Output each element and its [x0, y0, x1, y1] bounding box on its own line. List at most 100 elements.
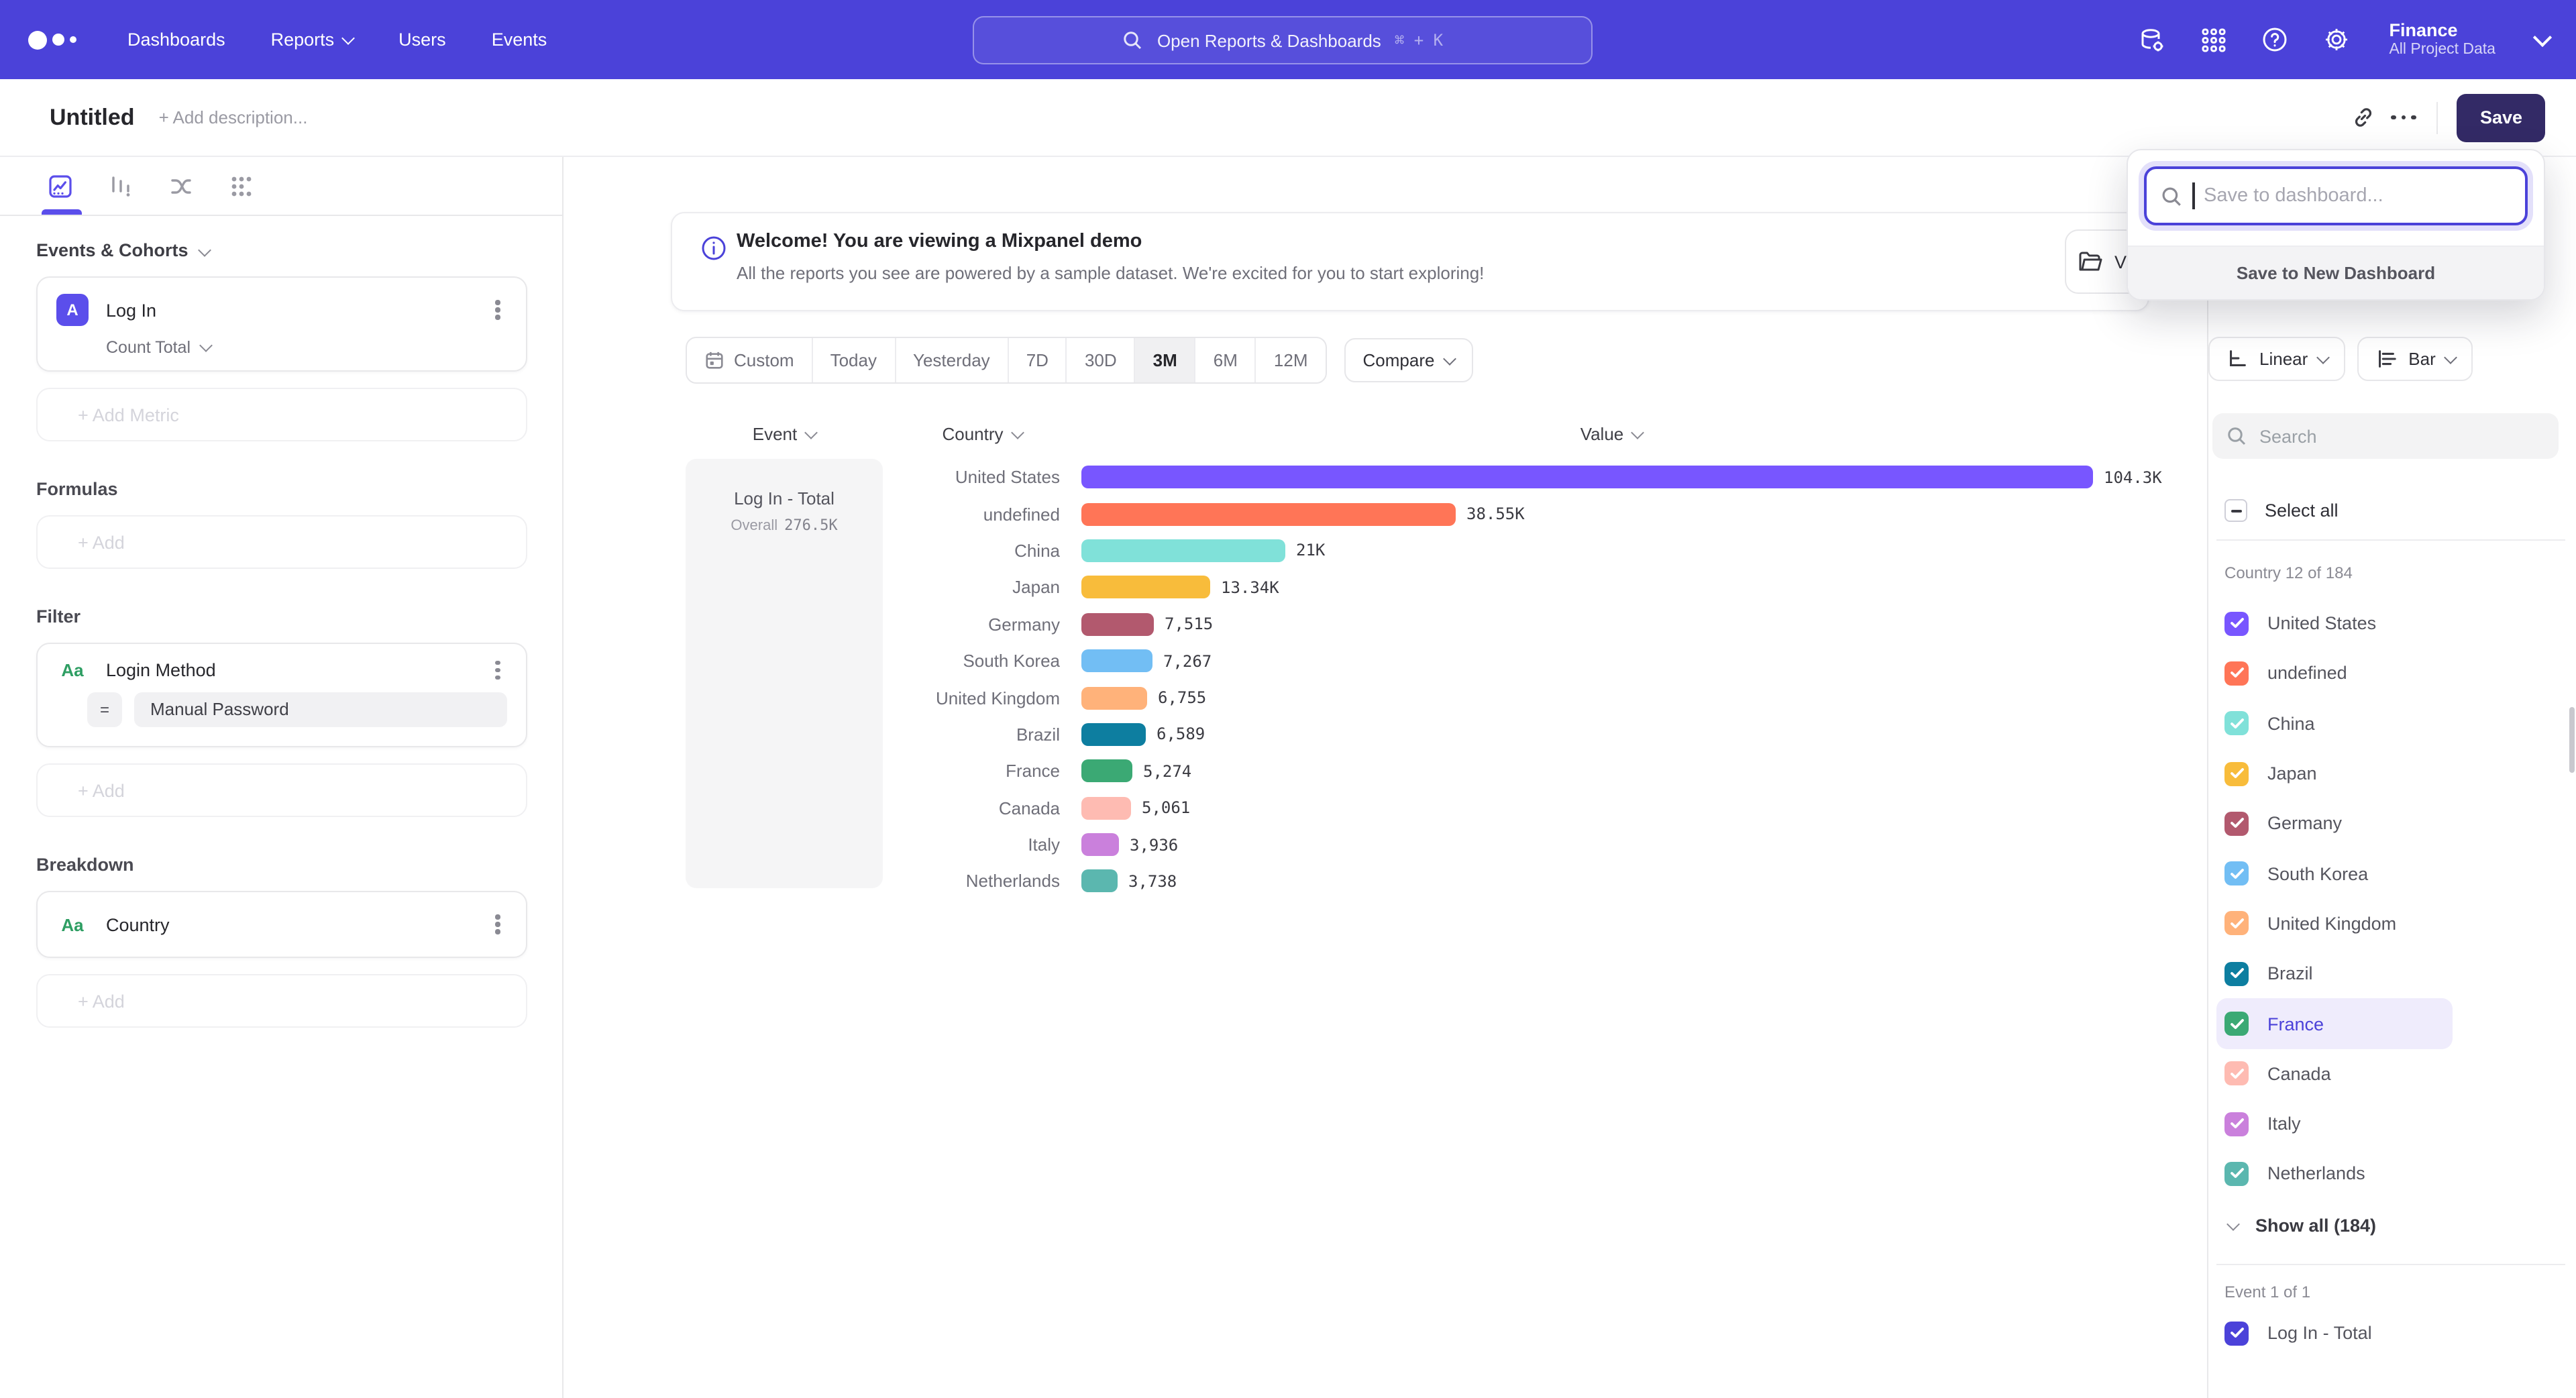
country-filter-undefined[interactable]: undefined [2224, 649, 2557, 699]
tab-retention-icon[interactable] [227, 171, 256, 201]
select-all-row[interactable]: Select all [2224, 499, 2557, 522]
help-icon[interactable] [2260, 25, 2290, 54]
country-filter-netherlands[interactable]: Netherlands [2224, 1149, 2557, 1199]
add-formula-button[interactable]: + Add [36, 515, 527, 569]
segment-search-input[interactable]: Search [2212, 413, 2559, 459]
nav-item-reports[interactable]: Reports [271, 30, 354, 50]
aggregation-selector[interactable]: Count Total [106, 338, 507, 357]
checkbox-checked[interactable] [2224, 1112, 2249, 1136]
bar-value: 21K [1296, 541, 1325, 560]
date-range-6m[interactable]: 6M [1196, 338, 1256, 382]
country-filter-south-korea[interactable]: South Korea [2224, 849, 2557, 899]
save-to-new-dashboard-button[interactable]: Save to New Dashboard [2128, 247, 2544, 299]
checkbox-checked[interactable] [2224, 812, 2249, 836]
checkbox-checked[interactable] [2224, 1062, 2249, 1086]
country-filter-france[interactable]: France [2216, 999, 2453, 1049]
column-header-value[interactable]: Value [1081, 424, 2141, 444]
add-description-button[interactable]: + Add description... [159, 107, 308, 127]
country-filter-china[interactable]: China [2224, 698, 2557, 749]
copy-link-icon[interactable] [2343, 97, 2383, 138]
bar-segment[interactable] [1081, 466, 2093, 488]
metric-event-name[interactable]: Log In [106, 300, 488, 320]
add-metric-button[interactable]: + Add Metric [36, 388, 527, 441]
bar-segment[interactable] [1081, 686, 1147, 709]
breakdown-property-name[interactable]: Country [106, 914, 488, 934]
x-axis-scale-button[interactable]: Linear [2208, 337, 2345, 381]
more-options-button[interactable] [2383, 97, 2424, 138]
checkbox-checked[interactable] [2224, 1012, 2249, 1036]
compare-button[interactable]: Compare [1344, 338, 1474, 382]
save-button[interactable]: Save [2457, 93, 2545, 142]
column-header-event[interactable]: Event [686, 424, 883, 444]
tab-flows-icon[interactable] [166, 171, 196, 201]
bar-segment[interactable] [1081, 502, 1456, 525]
page-scrollbar-thumb[interactable] [2569, 707, 2575, 773]
tab-insights-icon[interactable] [46, 171, 75, 201]
filter-value[interactable]: Manual Password [134, 692, 507, 727]
country-filter-italy[interactable]: Italy [2224, 1099, 2557, 1149]
save-to-dashboard-popup: Save to dashboard... Save to New Dashboa… [2127, 149, 2545, 301]
global-search-button[interactable]: Open Reports & Dashboards ⌘ + K [973, 16, 1593, 64]
project-switcher[interactable]: Finance All Project Data [2389, 20, 2496, 59]
info-icon [700, 235, 727, 262]
checkbox-checked[interactable] [2224, 861, 2249, 885]
settings-gear-icon[interactable] [2322, 25, 2351, 54]
bar-segment[interactable] [1081, 539, 1285, 562]
nav-item-dashboards[interactable]: Dashboards [127, 30, 225, 50]
date-range-30d[interactable]: 30D [1067, 338, 1136, 382]
bar-segment[interactable] [1081, 870, 1118, 893]
bar-segment[interactable] [1081, 649, 1152, 672]
bar-segment[interactable] [1081, 796, 1131, 819]
bar-segment[interactable] [1081, 576, 1210, 599]
checkbox-checked[interactable] [2224, 711, 2249, 735]
bar-segment[interactable] [1081, 613, 1154, 636]
metric-kebab-menu[interactable] [488, 308, 507, 313]
filter-operator[interactable]: = [87, 692, 122, 727]
country-filter-united-states[interactable]: United States [2224, 598, 2557, 649]
apps-grid-icon[interactable] [2198, 25, 2228, 54]
filter-property-name[interactable]: Login Method [106, 660, 488, 680]
save-dashboard-search-input[interactable]: Save to dashboard... [2144, 166, 2528, 225]
country-filter-japan[interactable]: Japan [2224, 749, 2557, 799]
data-management-icon[interactable] [2137, 25, 2166, 54]
mixpanel-logo-icon[interactable] [28, 30, 76, 49]
date-range-yesterday[interactable]: Yesterday [896, 338, 1009, 382]
nav-item-events[interactable]: Events [492, 30, 547, 50]
date-range-12m[interactable]: 12M [1256, 338, 1326, 382]
breakdown-kebab-menu[interactable] [488, 922, 507, 927]
select-all-checkbox-indeterminate[interactable] [2224, 499, 2247, 522]
report-title[interactable]: Untitled [50, 104, 135, 131]
checkbox-checked[interactable] [2224, 661, 2249, 686]
event-series-cell[interactable]: Log In - Total Overall276.5K [686, 459, 883, 888]
tab-funnels-icon[interactable] [106, 171, 136, 201]
bar-segment[interactable] [1081, 723, 1146, 746]
bar-segment[interactable] [1081, 833, 1119, 856]
checkbox-checked[interactable] [2224, 611, 2249, 635]
date-range-3m[interactable]: 3M [1136, 338, 1196, 382]
bar-segment[interactable] [1081, 760, 1132, 783]
date-range-custom[interactable]: Custom [687, 338, 813, 382]
events-cohorts-header[interactable]: Events & Cohorts [36, 240, 527, 260]
column-header-country[interactable]: Country [883, 424, 1081, 444]
filter-kebab-menu[interactable] [488, 668, 507, 673]
country-filter-germany[interactable]: Germany [2224, 798, 2557, 849]
country-filter-united-kingdom[interactable]: United Kingdom [2224, 899, 2557, 949]
add-breakdown-button[interactable]: + Add [36, 974, 527, 1028]
event-checkbox-checked[interactable] [2224, 1321, 2249, 1345]
show-all-button[interactable]: Show all (184) [2224, 1209, 2557, 1242]
chart-type-button[interactable]: Bar [2357, 337, 2473, 381]
bar-label: United Kingdom [883, 688, 1081, 708]
event-filter-row[interactable]: Log In - Total [2224, 1317, 2557, 1349]
country-filter-brazil[interactable]: Brazil [2224, 949, 2557, 999]
bar-label: Brazil [883, 724, 1081, 745]
checkbox-checked[interactable] [2224, 1162, 2249, 1186]
country-filter-canada[interactable]: Canada [2224, 1048, 2557, 1099]
date-range-today[interactable]: Today [813, 338, 896, 382]
date-range-7d[interactable]: 7D [1009, 338, 1067, 382]
checkbox-checked[interactable] [2224, 961, 2249, 985]
checkbox-checked[interactable] [2224, 912, 2249, 936]
add-filter-button[interactable]: + Add [36, 763, 527, 817]
nav-item-users[interactable]: Users [398, 30, 446, 50]
checkbox-checked[interactable] [2224, 761, 2249, 786]
chevron-down-icon[interactable] [2533, 28, 2552, 46]
